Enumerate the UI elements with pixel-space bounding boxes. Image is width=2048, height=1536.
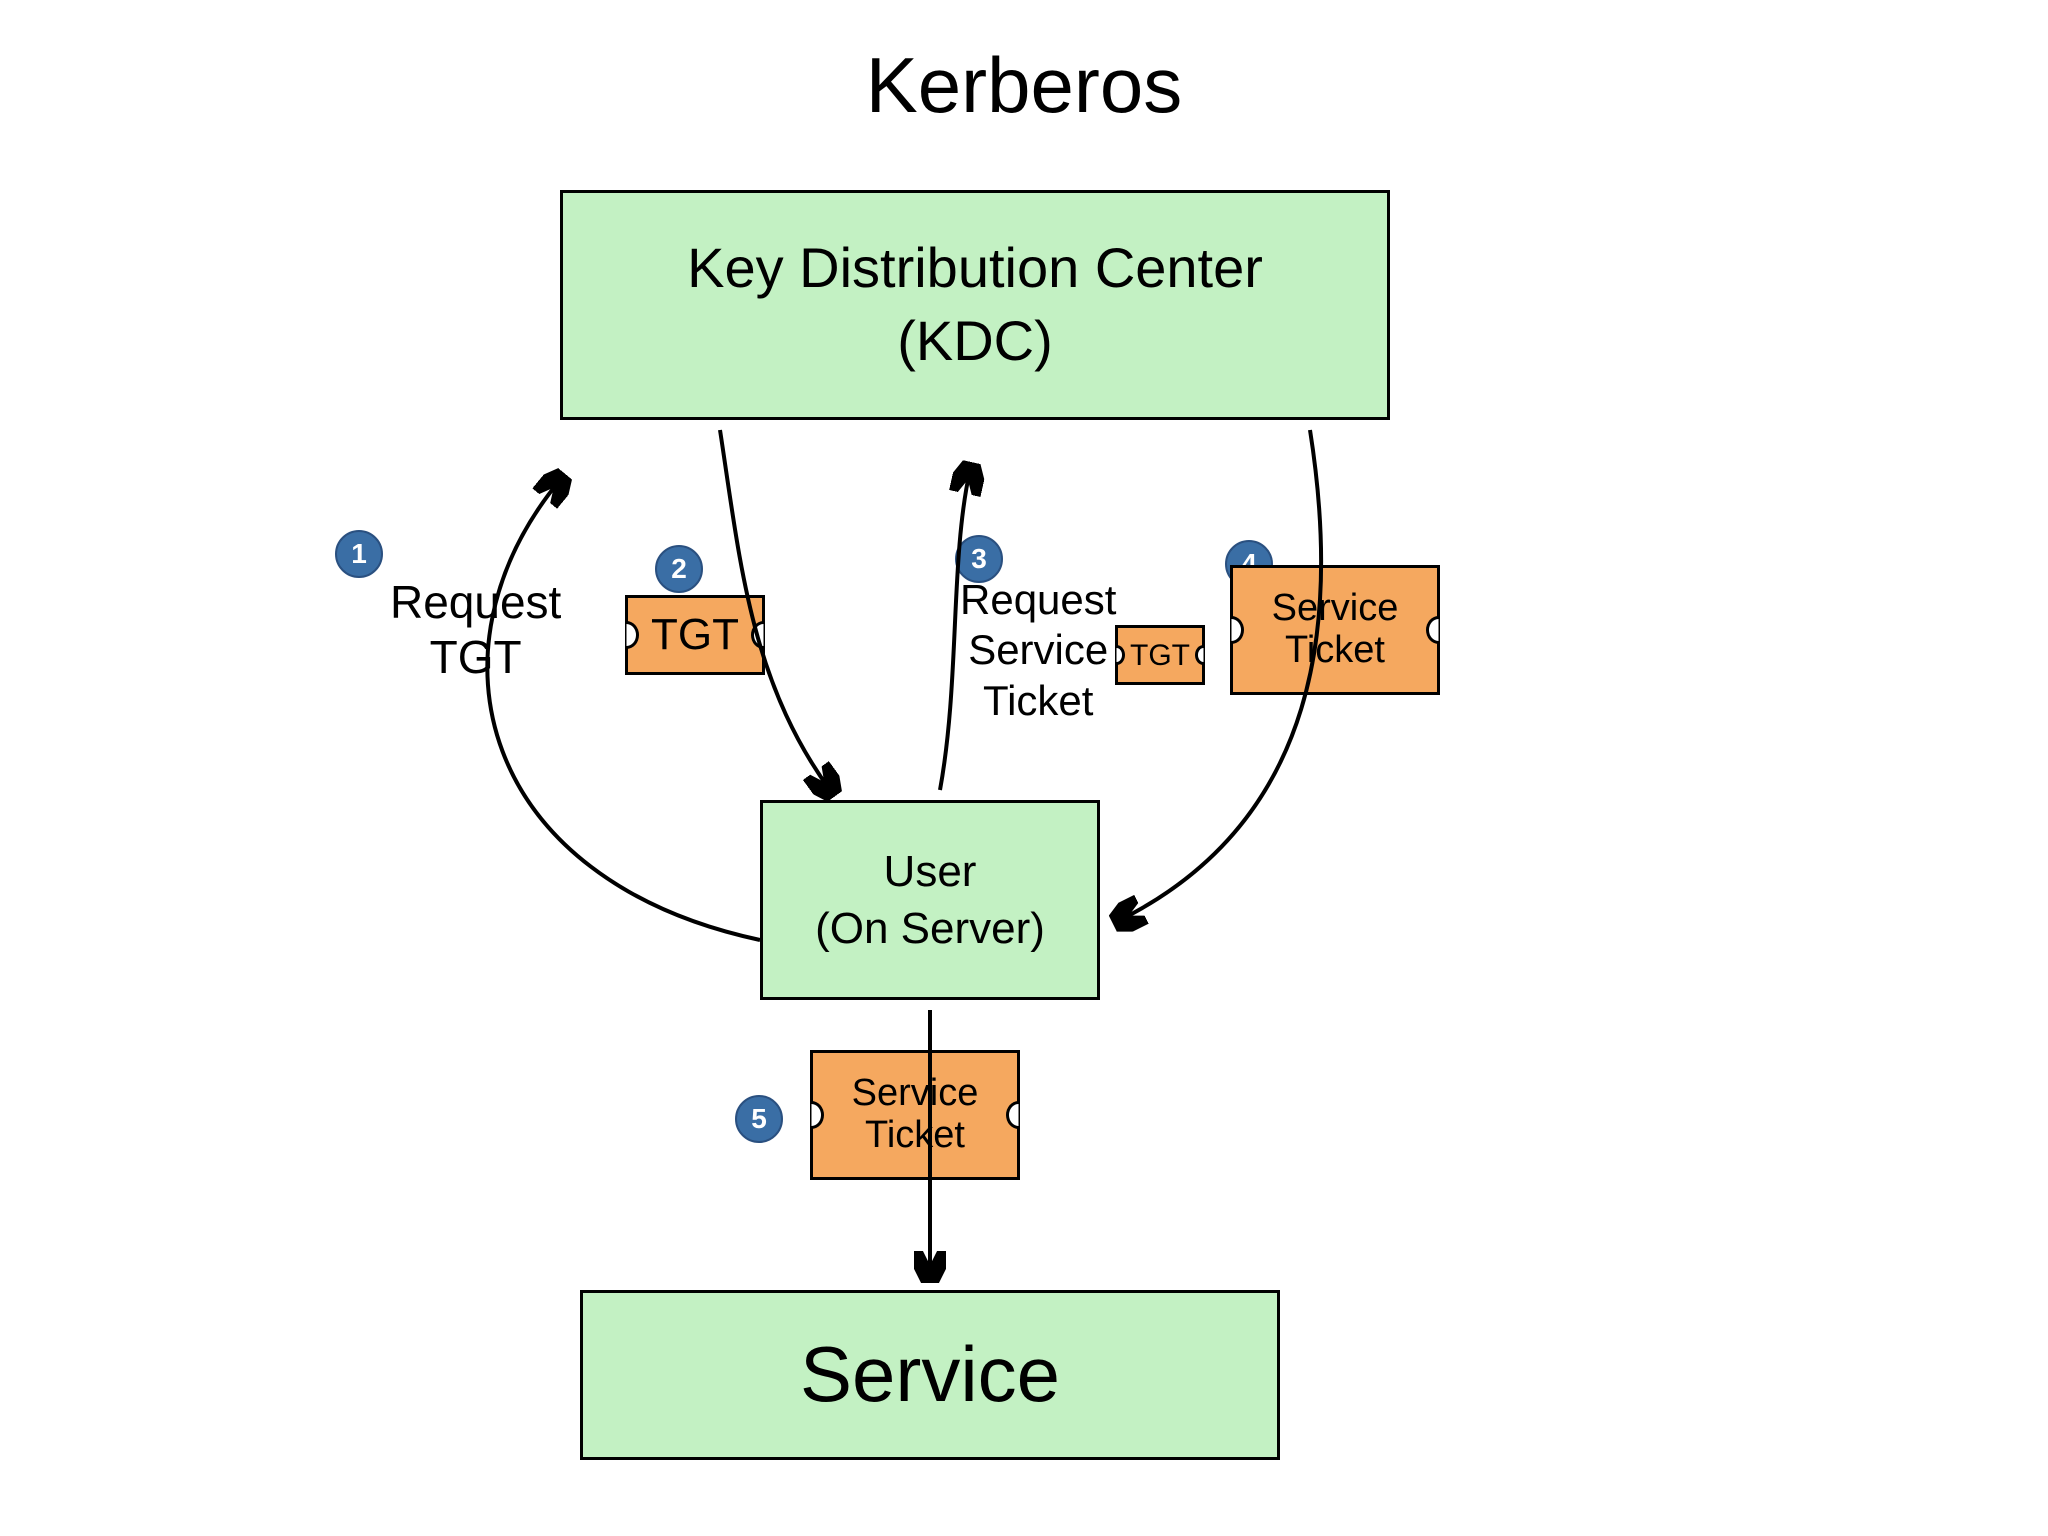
user-label-line2: (On Server) bbox=[815, 900, 1045, 957]
step-3-label: Request Service Ticket bbox=[960, 575, 1116, 726]
step-1-badge: 1 bbox=[335, 530, 383, 578]
tgt-ticket-icon: TGT bbox=[625, 595, 765, 675]
service-ticket-4-icon: Service Ticket bbox=[1230, 565, 1440, 695]
service-ticket-5-line1: Service bbox=[852, 1073, 979, 1115]
step-1-label-line2: TGT bbox=[390, 630, 561, 685]
service-box: Service bbox=[580, 1290, 1280, 1460]
diagram-title: Kerberos bbox=[866, 40, 1183, 131]
service-ticket-4-line1: Service bbox=[1272, 588, 1399, 630]
arrow-1 bbox=[487, 480, 760, 940]
step-5-badge: 5 bbox=[735, 1095, 783, 1143]
step-1-label: Request TGT bbox=[390, 575, 561, 685]
kdc-label-line2: (KDC) bbox=[897, 305, 1053, 378]
service-label: Service bbox=[800, 1324, 1060, 1425]
tgt-small-ticket-icon: TGT bbox=[1115, 625, 1205, 685]
tgt-ticket-label: TGT bbox=[651, 611, 739, 659]
tgt-small-ticket-label: TGT bbox=[1130, 639, 1190, 672]
step-1-label-line1: Request bbox=[390, 575, 561, 630]
user-label-line1: User bbox=[884, 843, 977, 900]
user-box: User (On Server) bbox=[760, 800, 1100, 1000]
step-3-label-line2: Service bbox=[960, 625, 1116, 675]
step-3-label-line1: Request bbox=[960, 575, 1116, 625]
kdc-label-line1: Key Distribution Center bbox=[687, 232, 1263, 305]
step-2-badge: 2 bbox=[655, 545, 703, 593]
service-ticket-5-line2: Ticket bbox=[865, 1115, 965, 1157]
service-ticket-4-line2: Ticket bbox=[1285, 630, 1385, 672]
kdc-box: Key Distribution Center (KDC) bbox=[560, 190, 1390, 420]
step-3-label-line3: Ticket bbox=[960, 676, 1116, 726]
service-ticket-5-icon: Service Ticket bbox=[810, 1050, 1020, 1180]
